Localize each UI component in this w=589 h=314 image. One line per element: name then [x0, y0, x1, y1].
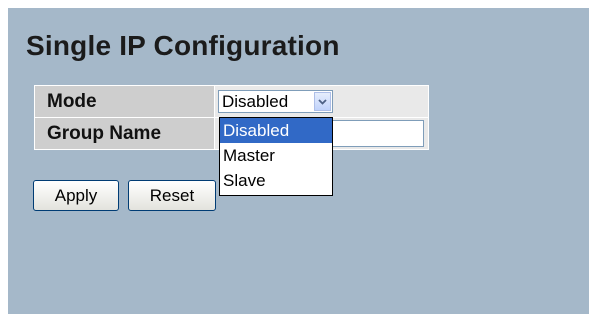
- mode-dropdown-list: Disabled Master Slave: [219, 117, 333, 196]
- mode-label: Mode: [34, 85, 215, 118]
- mode-select-value: Disabled: [222, 92, 289, 111]
- mode-select[interactable]: Disabled: [218, 90, 333, 113]
- apply-button[interactable]: Apply: [33, 180, 119, 211]
- mode-option-master[interactable]: Master: [220, 143, 332, 168]
- mode-option-slave[interactable]: Slave: [220, 168, 332, 193]
- mode-option-disabled[interactable]: Disabled: [220, 118, 332, 143]
- group-name-label: Group Name: [34, 117, 215, 150]
- page-title: Single IP Configuration: [26, 30, 340, 61]
- mode-cell: Disabled: [214, 85, 429, 118]
- chevron-down-icon[interactable]: [314, 92, 331, 111]
- reset-button[interactable]: Reset: [128, 180, 216, 211]
- mode-row: Mode Disabled: [34, 85, 429, 118]
